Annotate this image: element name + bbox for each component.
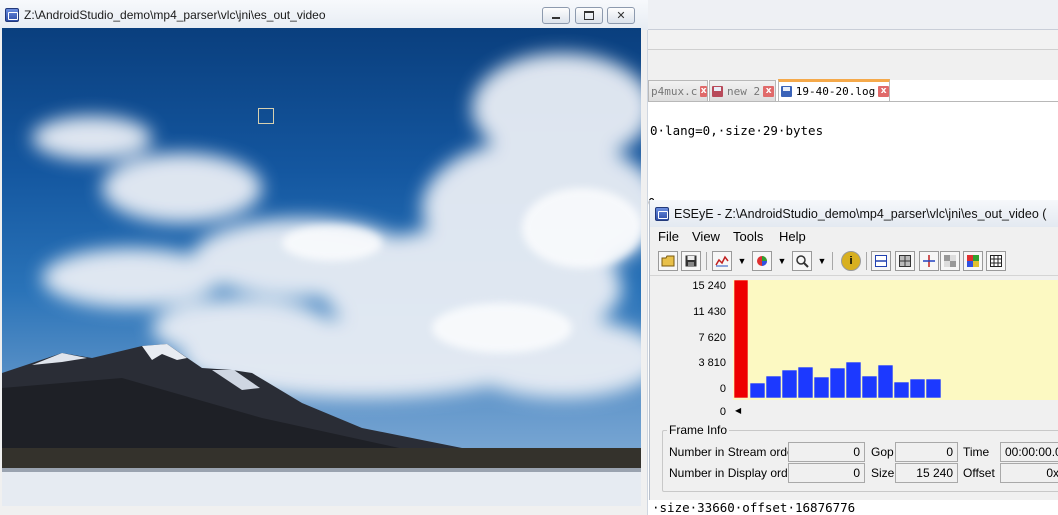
menu-view[interactable]: View [692,229,720,244]
y-tick-label: 0 [719,383,726,395]
grid-split-icon[interactable] [871,251,891,271]
stream-order-field[interactable]: 0 [788,442,865,462]
scroll-left-icon[interactable]: ◀ [735,406,745,416]
open-folder-icon[interactable] [658,251,678,271]
display-order-field[interactable]: 0 [788,463,865,483]
chart-bar[interactable] [925,378,942,399]
editor-tabbar [648,50,1058,80]
chart-bar[interactable] [749,382,766,399]
frame-size-chart: 15 240 11 430 7 620 3 810 0 0 ◀ [650,276,1058,418]
close-icon[interactable]: x [700,85,707,97]
tab-new-2[interactable]: new 2 x [709,80,776,101]
y-tick-label: 7 620 [698,332,726,344]
color-dropdown-icon[interactable]: ▼ [776,251,788,271]
video-frame[interactable] [2,28,641,506]
chart-bar[interactable] [877,364,894,399]
maximize-button[interactable] [575,7,603,24]
gop-field[interactable]: 0 [895,442,958,462]
tab-p4mux[interactable]: p4mux.c x [648,80,708,101]
player-title: Z:\AndroidStudio_demo\mp4_parser\vlc\jni… [24,8,326,22]
chart-bar[interactable] [909,378,926,399]
close-button[interactable]: ✕ [607,7,635,24]
color-wheel-icon[interactable] [752,251,772,271]
player-titlebar[interactable]: Z:\AndroidStudio_demo\mp4_parser\vlc\jni… [0,0,648,30]
menu-file[interactable]: File [658,229,679,244]
magnifier-icon[interactable] [792,251,812,271]
color-squares-icon[interactable] [963,251,983,271]
chart-bar[interactable] [861,375,878,399]
chart-bar[interactable] [781,369,798,399]
gop-label: Gop [871,445,894,459]
chart-bar[interactable] [829,367,846,399]
menu-help[interactable]: Help [779,229,806,244]
editor-text-line[interactable]: ·size·33660·offset·16876776 [652,500,855,515]
size-field[interactable]: 15 240 [895,463,958,483]
saved-file-icon [781,86,792,97]
menu-tools[interactable]: Tools [733,229,763,244]
chart-bar[interactable] [893,381,910,399]
time-field[interactable]: 00:00:00.0 [1000,442,1058,462]
menu-bar: File View Tools Help [650,227,1058,246]
tab-label: p4mux.c [651,84,698,98]
toolbar-separator [832,252,833,270]
chart-svg [733,280,942,399]
app-icon [5,8,19,22]
graph-icon[interactable] [712,251,732,271]
landscape-image [2,53,641,506]
video-player-window: Z:\AndroidStudio_demo\mp4_parser\vlc\jni… [0,0,648,515]
eseye-window: ESEyE - Z:\AndroidStudio_demo\mp4_parser… [649,200,1058,500]
table-grid-icon[interactable] [986,251,1006,271]
editor-toolbar-strip [648,30,1058,50]
chart-bar[interactable] [765,375,782,399]
close-icon[interactable]: x [763,85,775,97]
pattern-gray-icon[interactable] [940,251,960,271]
unsaved-file-icon [712,85,723,97]
tab-log[interactable]: 19-40-20.log x [778,79,890,101]
info-icon[interactable]: i [841,251,861,271]
time-label: Time [963,445,990,459]
eseye-toolbar: ▼ ▼ ▼ i [650,246,1058,276]
display-order-label: Number in Display order [669,466,799,480]
chart-bar[interactable] [733,280,749,399]
frame-info-legend: Frame Info [667,423,730,437]
chart-bar[interactable] [813,376,830,399]
tab-label: new 2 [727,84,761,98]
size-label: Size [871,466,895,480]
tab-label: 19-40-20.log [795,85,876,98]
app-icon [655,207,669,221]
eseye-titlebar[interactable]: ESEyE - Z:\AndroidStudio_demo\mp4_parser… [650,200,1058,227]
chart-bar[interactable] [797,366,814,399]
zoom-dropdown-icon[interactable]: ▼ [816,251,828,271]
selection-marker[interactable] [258,108,274,124]
offset-label: Offset [963,466,995,480]
graph-dropdown-icon[interactable]: ▼ [736,251,748,271]
tabbar-divider [648,101,1058,102]
editor-top-strip [648,0,1058,30]
toolbar-separator [706,252,707,270]
chart-plot-area[interactable] [733,280,1058,400]
move-arrows-icon[interactable] [919,251,939,271]
close-icon[interactable]: x [878,86,889,97]
save-disk-icon[interactable] [681,251,701,271]
minimize-button[interactable] [542,7,570,24]
toolbar-separator [866,252,867,270]
frame-info-group: Frame Info Number in Stream order 0 Gop … [662,423,1058,492]
y-tick-label: 3 810 [698,357,726,369]
grid-cells-icon[interactable] [895,251,915,271]
y-tick-label: 11 430 [693,306,726,318]
close-icon: ✕ [616,9,626,22]
eseye-title: ESEyE - Z:\AndroidStudio_demo\mp4_parser… [674,207,1047,221]
y-tick-label: 15 240 [692,280,726,292]
editor-text-line[interactable]: 0·lang=0,·size·29·bytes [650,123,823,138]
x-axis-zero-label: 0 [719,406,726,418]
offset-field[interactable]: 0x [1000,463,1058,483]
chart-bar[interactable] [845,361,862,399]
stream-order-label: Number in Stream order [669,445,798,459]
